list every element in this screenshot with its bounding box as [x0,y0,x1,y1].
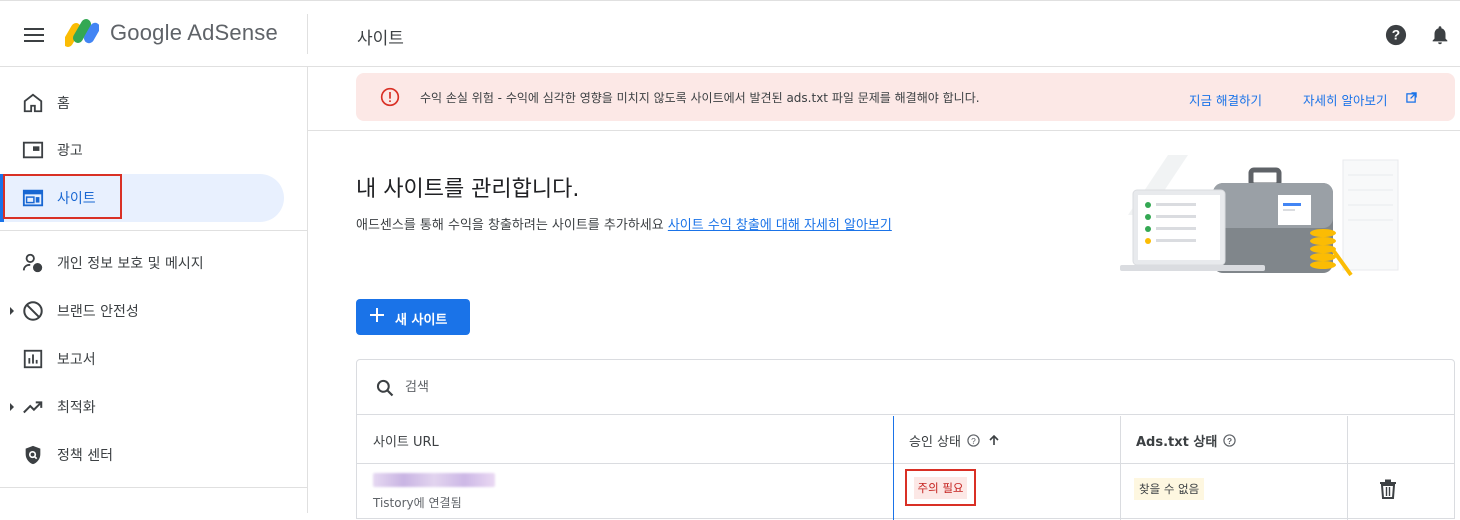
home-icon [23,93,43,113]
help-outline-icon[interactable]: ? [967,433,980,447]
site-url-redacted[interactable] [373,473,495,487]
sidebar-item-label: 정책 센터 [57,448,113,464]
column-header-site-url[interactable]: 사이트 URL [373,416,439,464]
expand-caret-icon[interactable] [10,403,14,411]
sites-table: 사이트 URL 승인 상태 ? Ads.txt 상태 ? Tistory에 연결… [356,359,1455,520]
sidebar-item-label: 광고 [57,143,83,159]
sidebar-item-label: 보고서 [57,352,96,368]
sidebar-item-brand-safety[interactable]: 브랜드 안전성 [0,287,284,335]
top-app-bar: Google AdSense 사이트 ? [0,0,1460,67]
menu-icon[interactable] [24,28,44,42]
subtext-text: 애드센스를 통해 수익을 창출하려는 사이트를 추가하세요 [356,218,664,233]
approval-status-text: 주의 필요 [913,476,968,499]
briefcase-laptop-illustration [1120,155,1399,277]
page-title: 사이트 [357,29,404,49]
sidebar-divider [0,487,307,488]
error-icon [380,87,400,107]
block-icon [23,301,43,321]
sidebar-item-ads[interactable]: 광고 [0,126,284,174]
table-search-row [357,360,1454,415]
ads-txt-status-badge: 찾을 수 없음 [1134,478,1205,500]
active-indicator [0,174,4,222]
alert-message: 수익 손실 위험 - 수익에 심각한 영향을 미치지 않도록 사이트에서 발견된… [420,91,980,105]
sidebar-item-label: 개인 정보 보호 및 메시지 [57,256,204,272]
learn-more-link[interactable]: 자세히 알아보기 [1303,90,1387,109]
notifications-icon[interactable] [1429,23,1451,47]
table-header-row: 사이트 URL 승인 상태 ? Ads.txt 상태 ? [357,416,1454,464]
column-label: 승인 상태 [909,434,961,450]
sidebar-item-sites[interactable]: 사이트 [0,174,284,222]
svg-text:?: ? [1227,435,1232,445]
sites-icon [22,189,44,207]
reports-icon [23,349,43,369]
search-input[interactable] [405,376,1005,398]
column-divider [1120,416,1121,520]
sidebar-item-optimization[interactable]: 최적화 [0,383,284,431]
product-name: Google AdSense [110,20,278,45]
column-divider [893,416,894,520]
search-icon [376,379,394,397]
header-divider [307,14,308,54]
sidebar-item-label: 브랜드 안전성 [57,304,139,320]
sidebar-divider [0,230,307,231]
ads-icon [22,141,44,159]
sidebar-item-label: 사이트 [57,191,96,207]
adsense-logo [65,19,99,47]
sidebar-item-label: 홈 [57,96,70,112]
new-site-label: 새 사이트 [395,313,448,328]
sort-ascending-icon[interactable] [988,434,1000,446]
sidebar-item-policy-center[interactable]: 정책 센터 [0,431,284,479]
page-heading: 내 사이트를 관리합니다. [356,177,580,202]
approval-status-badge[interactable]: 주의 필요 [905,469,976,506]
ads-txt-alert-banner: 수익 손실 위험 - 수익에 심각한 영향을 미치지 않도록 사이트에서 발견된… [356,73,1455,121]
sidebar-item-home[interactable]: 홈 [0,79,284,127]
site-connection-note: Tistory에 연결됨 [373,496,462,510]
expand-caret-icon[interactable] [10,307,14,315]
svg-text:?: ? [971,435,976,445]
sidebar-item-reports[interactable]: 보고서 [0,335,284,383]
section-divider [308,130,1460,131]
sidebar-item-label: 최적화 [57,400,96,416]
open-in-new-icon[interactable] [1406,92,1417,103]
column-label: 사이트 URL [373,434,439,450]
main-content: 수익 손실 위험 - 수익에 심각한 영향을 미치지 않도록 사이트에서 발견된… [308,67,1460,520]
page-subtext: 애드센스를 통해 수익을 창출하려는 사이트를 추가하세요 사이트 수익 창출에… [356,214,892,233]
add-icon [370,308,384,322]
column-label: Ads.txt 상태 [1136,434,1218,450]
help-outline-icon[interactable]: ? [1223,433,1236,447]
column-header-ads-txt-status[interactable]: Ads.txt 상태 ? [1136,416,1236,464]
monetize-learn-more-link[interactable]: 사이트 수익 창출에 대해 자세히 알아보기 [668,218,892,233]
side-nav: 홈 광고 사이트 개인 정보 보호 및 메시지 브랜드 안전성 보고서 최적화 … [0,67,308,513]
new-site-button[interactable]: 새 사이트 [356,299,470,335]
sidebar-item-privacy[interactable]: 개인 정보 보호 및 메시지 [0,239,284,287]
policy-shield-icon [25,445,41,465]
column-divider [1347,416,1348,520]
delete-icon[interactable] [1379,479,1397,499]
privacy-icon [22,253,43,273]
trending-icon [23,401,43,414]
help-icon[interactable]: ? [1385,24,1407,46]
svg-text:?: ? [1392,28,1400,43]
fix-now-link[interactable]: 지금 해결하기 [1189,90,1262,109]
column-header-approval-status[interactable]: 승인 상태 ? [909,416,1000,464]
